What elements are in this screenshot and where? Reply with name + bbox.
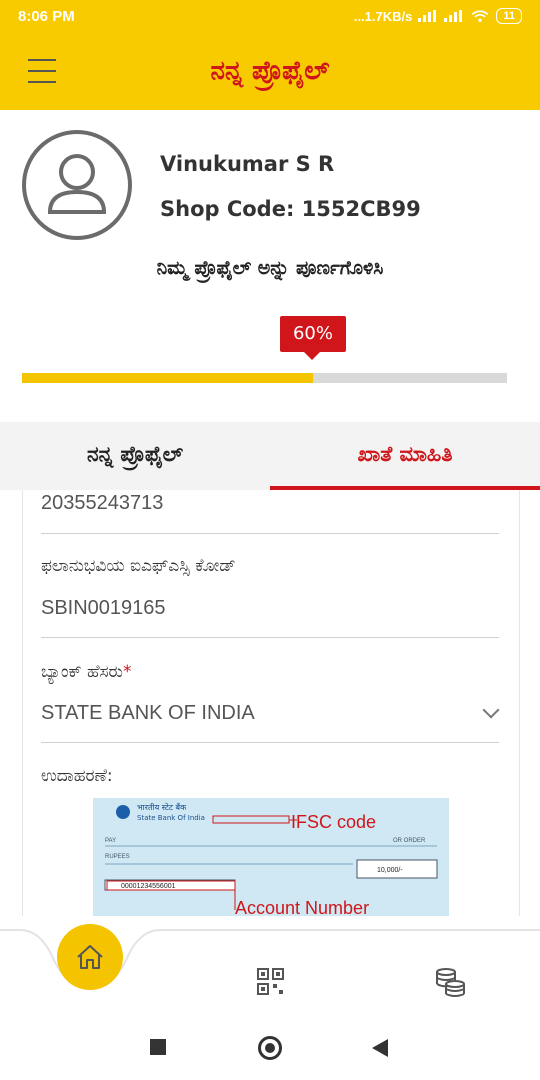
avatar[interactable] — [22, 130, 132, 240]
ifsc-underline — [41, 637, 499, 638]
recents-button[interactable] — [150, 1039, 166, 1055]
signal-icon-2 — [444, 10, 463, 22]
ifsc-input[interactable]: SBIN0019165 — [41, 597, 166, 620]
battery-icon: 11 — [496, 8, 522, 24]
user-icon — [47, 154, 107, 214]
coins-icon[interactable] — [434, 966, 466, 998]
page-title: ನನ್ನ ಪ್ರೊಫೈಲ್ — [210, 56, 330, 86]
cheque-bank-hi: भारतीय स्टेट बैंक — [137, 802, 187, 812]
tab-my-profile[interactable]: ನನ್ನ ಪ್ರೊಫೈಲ್ — [0, 422, 270, 490]
qr-code-icon[interactable] — [257, 968, 284, 995]
chevron-down-icon[interactable] — [482, 701, 500, 719]
required-asterisk: * — [122, 662, 132, 682]
cheque-pay: PAY — [105, 838, 116, 844]
home-system-button[interactable] — [258, 1036, 282, 1060]
profile-header: Vinukumar S R Shop Code: 1552CB99 ನಿಮ್ಮ … — [0, 110, 540, 422]
account-number-value[interactable]: 20355243713 — [41, 492, 163, 515]
status-icons: ...1.7KB/s 11 — [354, 8, 522, 24]
cheque-amount: 10,000/- — [377, 867, 403, 874]
tab-account-info[interactable]: ಖಾತೆ ಮಾಹಿತಿ — [270, 422, 540, 490]
bank-name-label: ಬ್ಯಾಂಕ್ ಹೆಸರು* — [41, 662, 132, 682]
cheque-rupees: RUPEES — [105, 854, 130, 860]
cheque-bank-en: State Bank Of India — [137, 814, 205, 822]
back-button[interactable] — [372, 1039, 388, 1057]
ifsc-annotation: IFSC code — [291, 812, 376, 832]
status-time: 8:06 PM — [18, 8, 75, 25]
cheque-example-image: भारतीय स्टेट बैंक State Bank Of India IF… — [93, 798, 449, 916]
cheque-account-no: 00001234556001 — [121, 883, 176, 890]
profile-progress-fill — [22, 373, 313, 383]
profile-progress-bar — [22, 373, 507, 383]
cheque-or-order: OR ORDER — [393, 838, 426, 844]
account-number-underline — [41, 533, 499, 534]
ifsc-label: ಫಲಾನುಭವಿಯ ಐಎಫ್ಎಸ್ಸಿ ಕೋಡ್ — [41, 556, 236, 576]
network-speed: ...1.7KB/s — [353, 8, 413, 24]
home-button[interactable] — [57, 924, 123, 990]
complete-profile-prompt: ನಿಮ್ಮ ಪ್ರೊಫೈಲ್ ಅನ್ನು ಪೂರ್ಣಗೊಳಿಸಿ — [156, 257, 384, 279]
shop-code: Shop Code: 1552CB99 — [160, 197, 421, 221]
user-name: Vinukumar S R — [160, 152, 335, 176]
account-info-panel[interactable]: 20355243713 ಫಲಾನುಭವಿಯ ಐಎಫ್ಎಸ್ಸಿ ಕೋಡ್ SBI… — [22, 490, 520, 916]
account-number-annotation: Account Number — [235, 898, 369, 916]
app-bar: ನನ್ನ ಪ್ರೊಫೈಲ್ — [0, 34, 540, 110]
progress-percent-badge: 60% — [280, 316, 346, 360]
example-label: ಉದಾಹರಣೆ: — [41, 766, 113, 786]
home-icon — [77, 945, 103, 969]
signal-icon — [418, 10, 437, 22]
wifi-icon — [472, 10, 489, 22]
bank-name-underline — [41, 742, 499, 743]
status-bar: 8:06 PM ...1.7KB/s 11 — [0, 0, 540, 34]
bank-name-select[interactable]: STATE BANK OF INDIA — [41, 702, 255, 725]
